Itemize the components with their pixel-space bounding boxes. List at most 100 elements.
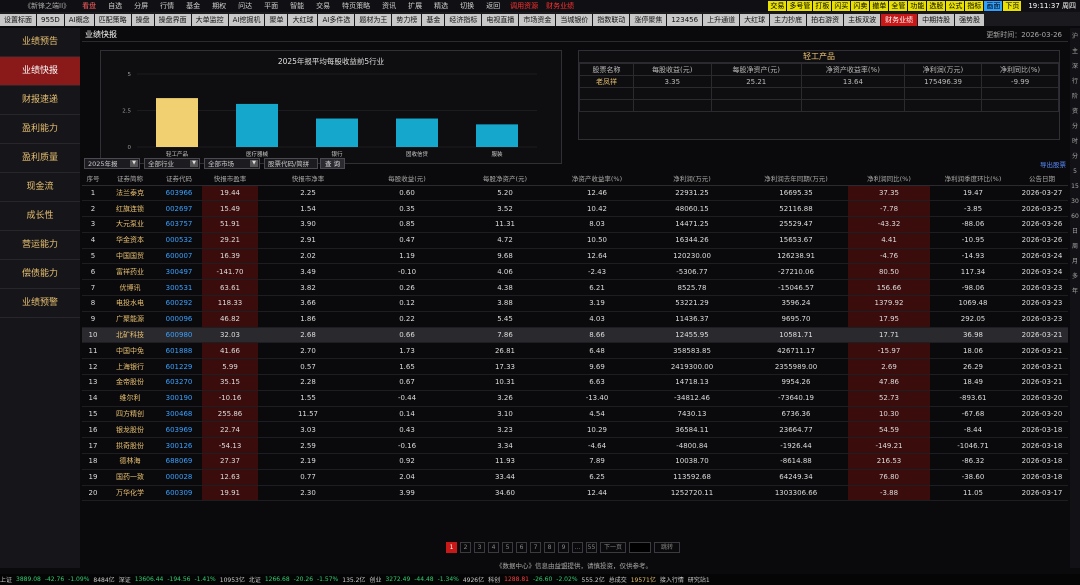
- tab-item[interactable]: 经济指标: [445, 14, 482, 26]
- menu-item[interactable]: 资讯: [376, 1, 402, 11]
- page-button[interactable]: 5: [502, 542, 513, 553]
- table-row[interactable]: 2 红旗连锁 002697 15.49 1.54 0.35 3.52 10.42 48060.1…: [82, 200, 1068, 218]
- tab-item[interactable]: 操盘界面: [154, 14, 191, 26]
- sidebar-item[interactable]: 偿债能力: [0, 260, 80, 289]
- table-cell[interactable]: 603270: [156, 374, 202, 391]
- tab-item[interactable]: 设置标面: [0, 14, 36, 26]
- bar[interactable]: [316, 118, 358, 147]
- toolbar-button[interactable]: 交易: [768, 1, 787, 11]
- rightbar-item[interactable]: 周: [1072, 244, 1078, 250]
- table-cell[interactable]: 金帝股份: [104, 374, 156, 391]
- column-header[interactable]: 证券简称: [104, 171, 156, 186]
- table-cell[interactable]: 000028: [156, 469, 202, 486]
- rightbar-item[interactable]: 主: [1072, 49, 1078, 55]
- tab-item[interactable]: 大红球: [740, 14, 770, 26]
- menu-item[interactable]: 问达: [232, 1, 258, 11]
- bar[interactable]: [156, 98, 198, 147]
- page-button[interactable]: 4: [488, 542, 499, 553]
- table-cell[interactable]: 维尔利: [104, 390, 156, 407]
- table-cell[interactable]: 603969: [156, 421, 202, 439]
- tab-item[interactable]: 电视直播: [482, 14, 519, 26]
- table-cell[interactable]: 300497: [156, 263, 202, 281]
- table-row[interactable]: 17 拱奇股份 300126 -54.13 2.59 -0.16 3.34 -4.64 -480…: [82, 437, 1068, 455]
- table-cell[interactable]: 300531: [156, 279, 202, 297]
- table-cell[interactable]: 中国中免: [104, 342, 156, 360]
- table-row[interactable]: 16 银龙股份 603969 22.74 3.03 0.43 3.23 10.29 36584.…: [82, 421, 1068, 439]
- toolbar-button[interactable]: 撤单: [870, 1, 889, 11]
- menu-item[interactable]: 期权: [206, 1, 232, 11]
- column-header[interactable]: 公告日期: [1016, 171, 1068, 186]
- toolbar-button[interactable]: 闪卖: [851, 1, 870, 11]
- table-cell[interactable]: 万华化学: [104, 485, 156, 502]
- column-header[interactable]: 每股净资产(元): [456, 171, 554, 186]
- tab-item[interactable]: 主力抄底: [770, 14, 807, 26]
- tab-item[interactable]: 上升通道: [703, 14, 740, 26]
- menu-item[interactable]: 智能: [284, 1, 310, 11]
- menu-item[interactable]: 特页策略: [336, 1, 376, 11]
- table-cell[interactable]: 大元泵业: [104, 216, 156, 233]
- menu-item[interactable]: 行情: [154, 1, 180, 11]
- table-cell[interactable]: 300126: [156, 437, 202, 455]
- tab-item[interactable]: 势力榜: [392, 14, 422, 26]
- table-cell[interactable]: 华金资本: [104, 232, 156, 249]
- table-row[interactable]: 10 北矿科技 600980 32.03 2.68 0.66 7.86 8.66 12455.9…: [82, 327, 1068, 344]
- page-button[interactable]: 6: [516, 542, 527, 553]
- rightbar-item[interactable]: 日: [1072, 229, 1078, 235]
- page-jump-input[interactable]: [629, 542, 651, 553]
- toolbar-button[interactable]: 公式: [946, 1, 965, 11]
- column-header[interactable]: 净利润同比(%): [848, 171, 930, 186]
- tab-item[interactable]: 955D: [37, 14, 64, 26]
- table-row[interactable]: 6 富祥药业 300497 -141.70 3.49 -0.10 4.06 -2.43 -530…: [82, 263, 1068, 281]
- menu-item[interactable]: 精选: [428, 1, 454, 11]
- table-row[interactable]: 9 广聚能源 000096 46.82 1.86 0.22 5.45 4.03 11436.37…: [82, 311, 1068, 328]
- column-header[interactable]: 快报市盈率: [202, 171, 258, 186]
- menu-item[interactable]: 扩展: [402, 1, 428, 11]
- column-header[interactable]: 证券代码: [156, 171, 202, 186]
- rightbar-item[interactable]: 60: [1071, 214, 1079, 220]
- table-cell[interactable]: 300468: [156, 406, 202, 423]
- page-button[interactable]: 7: [530, 542, 541, 553]
- rightbar-item[interactable]: 沪: [1072, 34, 1078, 40]
- toolbar-button[interactable]: 选股: [927, 1, 946, 11]
- table-row[interactable]: 15 四方精创 300468 255.86 11.57 0.14 3.10 4.54 7430.…: [82, 406, 1068, 423]
- export-link[interactable]: 导出股票: [1040, 159, 1066, 169]
- toolbar-button[interactable]: 多号管: [787, 1, 813, 11]
- table-row[interactable]: 3 大元泵业 603757 51.91 3.90 0.85 11.31 8.03 14471.2…: [82, 216, 1068, 233]
- rightbar-item[interactable]: 月: [1072, 259, 1078, 265]
- tab-item[interactable]: 指数联动: [593, 14, 630, 26]
- table-row[interactable]: 11 中国中免 601888 41.66 2.70 1.73 26.81 6.48 358583…: [82, 342, 1068, 360]
- rightbar-item[interactable]: 5: [1073, 169, 1077, 175]
- table-cell[interactable]: 603757: [156, 216, 202, 233]
- toolbar-button[interactable]: 全管: [889, 1, 908, 11]
- table-row[interactable]: 1 法兰泰克 603966 19.44 2.25 0.60 5.20 12.46 22931.2…: [82, 185, 1068, 202]
- column-header[interactable]: 每股收益(元): [358, 171, 456, 186]
- column-header[interactable]: 快报市净率: [258, 171, 358, 186]
- rightbar-item[interactable]: 资: [1072, 109, 1078, 115]
- rightbar-item[interactable]: 30: [1071, 199, 1079, 205]
- sidebar-item[interactable]: 业绩预警: [0, 289, 80, 318]
- table-row[interactable]: 12 上海银行 601229 5.99 0.57 1.65 17.33 9.69 2419300…: [82, 358, 1068, 376]
- rightbar-item[interactable]: 多: [1072, 274, 1078, 280]
- page-button[interactable]: 1: [446, 542, 457, 553]
- table-row[interactable]: 7 优博讯 300531 63.61 3.82 0.26 4.38 6.21 8525.78 -1…: [82, 279, 1068, 297]
- market-select[interactable]: 全部市场 ▼: [204, 157, 260, 169]
- table-cell[interactable]: 600007: [156, 248, 202, 265]
- table-cell[interactable]: 601229: [156, 358, 202, 376]
- tab-item[interactable]: 大单监控: [191, 14, 228, 26]
- table-cell[interactable]: 600309: [156, 485, 202, 502]
- table-cell[interactable]: 北矿科技: [104, 327, 156, 344]
- sidebar-item[interactable]: 成长性: [0, 202, 80, 231]
- column-header[interactable]: 净利润(万元): [640, 171, 744, 186]
- search-input[interactable]: 股票代码/简拼: [264, 157, 318, 169]
- table-row[interactable]: 4 华金资本 000532 29.21 2.91 0.47 4.72 10.50 16344.2…: [82, 232, 1068, 249]
- page-button[interactable]: 2: [460, 542, 471, 553]
- table-cell[interactable]: 601888: [156, 342, 202, 360]
- table-row[interactable]: 14 维尔利 300190 -10.16 1.55 -0.44 3.26 -13.40 -348…: [82, 390, 1068, 407]
- table-cell[interactable]: 000532: [156, 232, 202, 249]
- column-header[interactable]: 序号: [82, 171, 104, 186]
- toolbar-button[interactable]: 功能: [908, 1, 927, 11]
- rightbar-item[interactable]: 深: [1072, 64, 1078, 70]
- sidebar-item[interactable]: 盈利能力: [0, 115, 80, 144]
- menu-item[interactable]: 分屏: [128, 1, 154, 11]
- page-button[interactable]: 9: [558, 542, 569, 553]
